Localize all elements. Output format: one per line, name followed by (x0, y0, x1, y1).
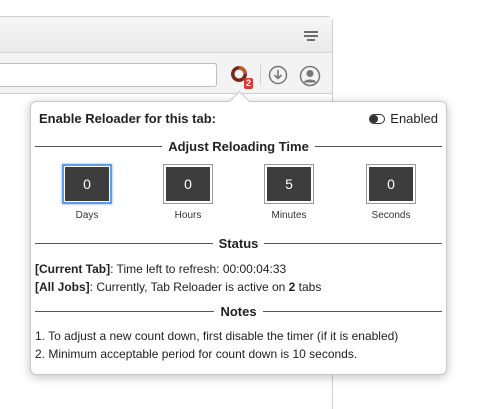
toggle-label: Enabled (390, 111, 438, 126)
current-tab-text: : Time left to refresh: 00:00:04:33 (110, 262, 287, 276)
browser-titlebar (0, 17, 332, 53)
browser-toolbar: 2 (0, 53, 332, 94)
toolbar-separator (260, 65, 261, 85)
hamburger-menu-icon[interactable] (304, 31, 318, 41)
seconds-field: 0 Seconds (364, 164, 418, 221)
days-field: 0 Days (60, 164, 114, 221)
all-jobs-suffix: tabs (295, 280, 322, 294)
toggle-switch-icon[interactable] (369, 113, 386, 124)
note-item: 1. To adjust a new count down, first dis… (35, 329, 399, 343)
status-section-header: Status (35, 235, 443, 251)
download-icon[interactable] (268, 65, 288, 85)
enable-toggle[interactable]: Enabled (369, 111, 438, 126)
hours-field: 0 Hours (161, 164, 215, 221)
popup-header: Enable Reloader for this tab: Enabled (39, 111, 438, 127)
adjust-section-header: Adjust Reloading Time (35, 138, 443, 154)
tab-reloader-icon[interactable]: 2 (229, 64, 253, 89)
seconds-label: Seconds (371, 210, 411, 221)
account-icon[interactable] (299, 65, 321, 87)
minutes-field: 5 Minutes (262, 164, 316, 221)
current-tab-label: [Current Tab] (35, 262, 111, 276)
minutes-label: Minutes (271, 210, 307, 221)
hours-label: Hours (174, 210, 202, 221)
all-jobs-text: : Currently, Tab Reloader is active on (89, 280, 289, 294)
adjust-title: Adjust Reloading Time (168, 138, 309, 154)
note-item: 2. Minimum acceptable period for count d… (35, 347, 358, 361)
all-jobs-status: [All Jobs]: Currently, Tab Reloader is a… (35, 280, 321, 294)
minutes-input[interactable]: 5 (264, 164, 314, 204)
reloader-popup: Enable Reloader for this tab: Enabled Ad… (30, 90, 447, 375)
all-jobs-label: [All Jobs] (35, 280, 90, 294)
popup-title: Enable Reloader for this tab: (39, 111, 216, 126)
address-bar[interactable] (0, 63, 217, 87)
seconds-input[interactable]: 0 (366, 164, 416, 204)
notes-title: Notes (220, 303, 257, 319)
days-input[interactable]: 0 (62, 164, 112, 204)
notes-section-header: Notes (35, 303, 442, 319)
extension-badge: 2 (243, 78, 253, 89)
days-label: Days (75, 210, 99, 221)
time-inputs: 0 Days 0 Hours 5 Minutes 0 Seconds (31, 164, 446, 224)
hours-input[interactable]: 0 (163, 164, 213, 204)
current-tab-status: [Current Tab]: Time left to refresh: 00:… (35, 262, 286, 276)
status-title: Status (218, 235, 259, 251)
